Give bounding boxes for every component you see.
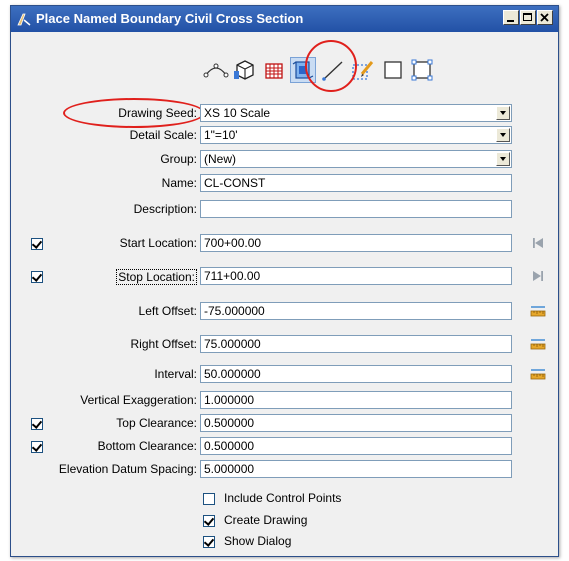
description-field[interactable] <box>200 200 512 218</box>
name-label: Name: <box>161 176 197 190</box>
create-drawing-checkbox[interactable] <box>203 515 215 527</box>
vertical-exaggeration-field[interactable]: 1.000000 <box>200 391 512 409</box>
chevron-down-icon[interactable] <box>496 106 510 120</box>
show-dialog-label: Show Dialog <box>224 534 292 548</box>
name-field[interactable]: CL-CONST <box>200 174 512 192</box>
include-control-points-checkbox[interactable] <box>203 493 215 505</box>
first-station-icon[interactable] <box>530 236 546 250</box>
include-control-points-label: Include Control Points <box>224 491 342 505</box>
right-offset-label: Right Offset: <box>130 337 197 351</box>
maximize-button[interactable] <box>520 10 536 25</box>
chevron-down-icon[interactable] <box>496 152 510 166</box>
top-clearance-field[interactable]: 0.500000 <box>200 414 512 432</box>
drawing-seed-value: XS 10 Scale <box>204 106 271 120</box>
drawing-seed-select[interactable]: XS 10 Scale <box>200 104 512 122</box>
title-bar[interactable]: Place Named Boundary Civil Cross Section <box>11 6 558 32</box>
stop-location-field[interactable]: 711+00.00 <box>200 267 512 285</box>
start-location-field[interactable]: 700+00.00 <box>200 234 512 252</box>
detail-scale-label: Detail Scale: <box>129 128 197 142</box>
bottom-clearance-field[interactable]: 0.500000 <box>200 437 512 455</box>
ruler-icon[interactable] <box>530 337 546 351</box>
drawing-seed-label: Drawing Seed: <box>118 106 197 120</box>
group-label: Group: <box>160 152 197 166</box>
bottom-clearance-label: Bottom Clearance: <box>97 439 197 453</box>
rectangle-icon[interactable] <box>409 57 435 83</box>
start-location-label: Start Location: <box>119 236 197 250</box>
left-offset-field[interactable]: -75.000000 <box>200 302 512 320</box>
ruler-icon[interactable] <box>530 304 546 318</box>
group-value: (New) <box>204 152 236 166</box>
right-offset-field[interactable]: 75.000000 <box>200 335 512 353</box>
show-dialog-checkbox[interactable] <box>203 536 215 548</box>
vertical-exaggeration-label: Vertical Exaggeration: <box>80 393 197 407</box>
dialog-window: Place Named Boundary Civil Cross Section <box>10 5 559 557</box>
cube-icon[interactable] <box>231 57 257 83</box>
group-select[interactable]: (New) <box>200 150 512 168</box>
square-icon[interactable] <box>380 57 406 83</box>
ruler-icon[interactable] <box>530 367 546 381</box>
window-title: Place Named Boundary Civil Cross Section <box>36 11 304 26</box>
minimize-button[interactable] <box>503 10 519 25</box>
close-icon <box>540 13 549 22</box>
civil-route-icon[interactable] <box>203 57 229 83</box>
elevation-datum-spacing-field[interactable]: 5.000000 <box>200 460 512 478</box>
stop-location-label: Stop Location: <box>116 269 197 285</box>
bottom-clearance-checkbox[interactable] <box>31 441 43 453</box>
create-drawing-label: Create Drawing <box>224 513 308 527</box>
detail-scale-select[interactable]: 1"=10' <box>200 126 512 144</box>
highlight-circle <box>305 40 357 92</box>
chevron-down-icon[interactable] <box>496 128 510 142</box>
left-offset-label: Left Offset: <box>138 304 197 318</box>
grid-icon[interactable] <box>261 57 287 83</box>
description-label: Description: <box>133 202 197 216</box>
top-clearance-label: Top Clearance: <box>116 416 197 430</box>
last-station-icon[interactable] <box>530 269 546 283</box>
detail-scale-value: 1"=10' <box>204 128 238 142</box>
start-location-checkbox[interactable] <box>31 238 43 250</box>
app-icon <box>16 11 32 27</box>
elevation-datum-spacing-label: Elevation Datum Spacing: <box>58 462 197 476</box>
top-clearance-checkbox[interactable] <box>31 418 43 430</box>
stop-location-checkbox[interactable] <box>31 271 43 283</box>
close-button[interactable] <box>537 10 553 25</box>
interval-label: Interval: <box>154 367 197 381</box>
interval-field[interactable]: 50.000000 <box>200 365 512 383</box>
